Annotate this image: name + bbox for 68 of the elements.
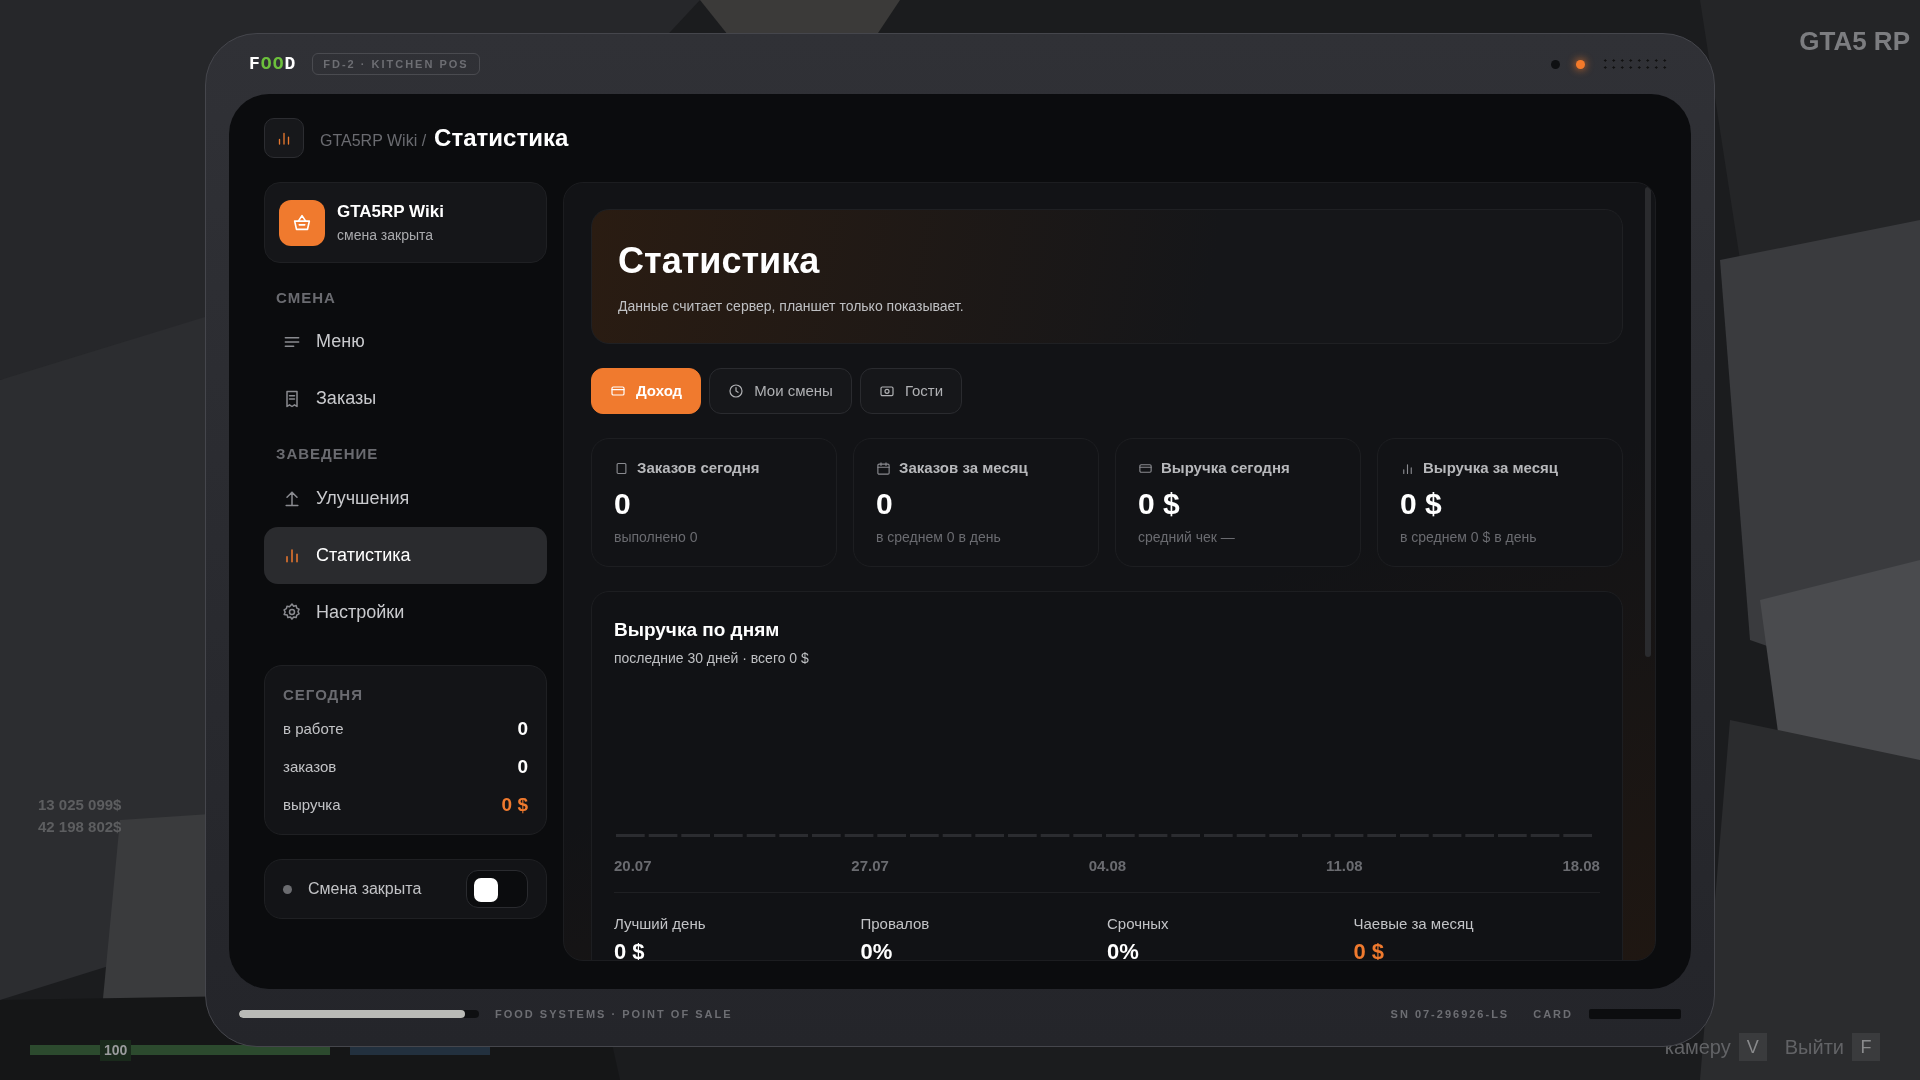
serial-number: SN 07-296926-LS: [1390, 1007, 1510, 1023]
stat-note: в среднем 0 $ в день: [1400, 527, 1538, 547]
clock-icon: [728, 383, 745, 400]
tab[interactable]: Гости: [859, 368, 963, 415]
indicator-light: [1551, 59, 1560, 69]
card-title: СЕГОДНЯ: [283, 684, 364, 705]
status-dot: [283, 884, 292, 894]
indicator-light: [1576, 59, 1585, 69]
card-label: CARD: [1533, 1007, 1573, 1023]
tab[interactable]: Мои смены: [709, 368, 852, 415]
shift-label: Смена закрыта: [308, 879, 423, 900]
stat-label: Заказов сегодня: [637, 458, 760, 479]
row-label: выручка: [283, 795, 341, 816]
stat-label: Выручка сегодня: [1161, 458, 1290, 479]
summary-value: 0%: [860, 938, 893, 960]
sidebar-item[interactable]: Заказы: [264, 370, 547, 428]
stat-value: 0 $: [1400, 485, 1443, 522]
stat-value: 0 $: [1138, 485, 1181, 522]
row-value: 0 $: [501, 793, 528, 818]
summary-label: Срочных: [1107, 913, 1170, 934]
breadcrumb-link[interactable]: GTA5RP Wiki /: [320, 129, 427, 154]
row-value: 0: [517, 717, 528, 742]
settings-icon: [282, 602, 302, 623]
footer-text: FOOD SYSTEMS · POINT OF SALE: [495, 1007, 734, 1023]
stat-label: Выручка за месяц: [1423, 458, 1558, 479]
section-title: СМЕНА: [275, 287, 337, 308]
summary-label: Провалов: [860, 913, 931, 934]
key-cap: F: [1852, 1033, 1880, 1061]
row-value: 0: [517, 755, 528, 780]
profile-status: смена закрыта: [337, 225, 435, 245]
calendar-icon: [876, 461, 891, 477]
chart-title: Выручка по дням: [614, 617, 781, 642]
scrollbar[interactable]: [1645, 187, 1651, 658]
summary-label: Лучший день: [614, 913, 707, 934]
axis-label: 11.08: [1325, 856, 1363, 877]
section-heading: Статистика: [618, 239, 821, 284]
model-badge: FD-2 · KITCHEN POS: [312, 52, 480, 76]
bar-chart-icon: [1400, 461, 1415, 477]
profile-name: GTA5RP Wiki: [337, 201, 444, 224]
sidebar-item[interactable]: Меню: [264, 313, 547, 371]
stat-note: выполнено 0: [614, 527, 699, 547]
chart-subtitle: последние 30 дней · всего 0 $: [614, 649, 810, 669]
square-icon: [614, 461, 629, 477]
sidebar-item[interactable]: Настройки: [264, 583, 547, 641]
page-title: Статистика: [434, 123, 569, 154]
axis-label: 27.07: [851, 856, 889, 877]
toggle-switch[interactable]: [466, 870, 528, 909]
stat-note: средний чек —: [1138, 527, 1236, 547]
stat-value: 0: [876, 485, 894, 522]
stat-value: 0: [614, 485, 632, 522]
axis-label: 20.07: [614, 856, 652, 877]
stat-label: Заказов за месяц: [899, 458, 1028, 479]
hint-label: Выйти: [1784, 1035, 1844, 1060]
stat-note: в среднем 0 в день: [876, 527, 1002, 547]
row-label: заказов: [283, 757, 337, 778]
brand-logo: FOOD: [249, 52, 297, 76]
sidebar-item[interactable]: Улучшения: [264, 469, 547, 527]
health-value: 100: [100, 1040, 132, 1061]
section-subtitle: Данные считает сервер, планшет только показывает.: [618, 297, 965, 317]
axis-label: 18.08: [1562, 856, 1600, 877]
summary-label: Чаевые за месяц: [1353, 913, 1475, 934]
game-logo: GTA5 RP: [1799, 25, 1910, 58]
summary-value: 0%: [1107, 938, 1139, 960]
sidebar-item[interactable]: Статистика: [264, 526, 547, 584]
row-label: в работе: [283, 719, 344, 740]
axis-label: 04.08: [1088, 856, 1127, 877]
section-title: ЗАВЕДЕНИЕ: [275, 444, 380, 465]
key-cap: V: [1738, 1033, 1767, 1061]
